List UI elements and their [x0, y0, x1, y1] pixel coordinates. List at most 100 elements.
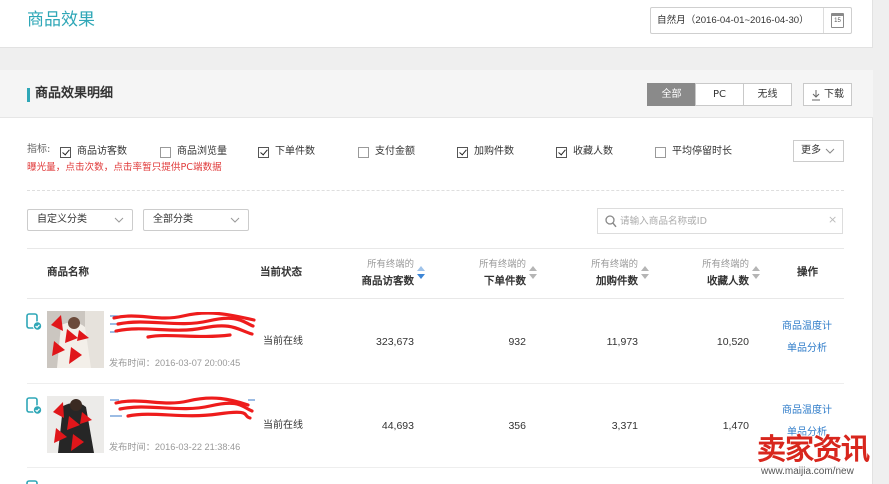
item-analysis-link[interactable]: 单品分析 [787, 343, 827, 355]
pc-only-notice: 曝光量，点击次数，点击率暂只提供PC端数据 [27, 162, 222, 173]
column-header-label: 收藏人数 [707, 275, 749, 287]
divider [27, 190, 844, 191]
checkbox-icon[interactable] [457, 146, 468, 158]
cell-favorites: 1,470 [722, 420, 749, 432]
metric-label-favorites: 收藏人数 [573, 146, 613, 157]
cell-cart-items: 3,371 [611, 420, 638, 432]
metric-label-order-items: 下单件数 [275, 146, 315, 157]
checkbox-icon[interactable] [358, 146, 369, 158]
search-icon[interactable] [605, 215, 617, 228]
chevron-down-icon [114, 216, 124, 224]
thermometer-link[interactable]: 商品温度计 [782, 321, 832, 333]
more-metrics-button[interactable]: 更多 [793, 140, 844, 162]
checkbox-icon[interactable] [60, 146, 71, 158]
product-search[interactable]: × [597, 208, 843, 234]
cell-order-items: 356 [508, 420, 526, 432]
section-title: 商品效果明细 [35, 86, 114, 101]
checkbox-icon[interactable] [655, 146, 666, 158]
download-button[interactable]: 下载 [803, 83, 852, 106]
thermometer-link[interactable]: 商品温度计 [782, 405, 832, 417]
column-header-prefix: 所有终端的 [702, 259, 749, 270]
cell-order-items: 932 [508, 336, 526, 348]
mobile-check-icon [26, 313, 43, 331]
sort-icon[interactable] [641, 266, 649, 279]
mobile-check-icon [26, 397, 43, 415]
column-header-label: 下单件数 [484, 275, 526, 287]
calendar-button[interactable]: 15 [823, 8, 851, 33]
checkbox-icon[interactable] [556, 146, 567, 158]
metric-label-visitors: 商品访客数 [77, 146, 127, 157]
section-accent-bar [27, 88, 30, 102]
table-header-bottom-border [27, 298, 844, 299]
cell-visitors: 323,673 [376, 336, 414, 348]
table-header-top-border [27, 248, 844, 249]
download-label: 下载 [824, 89, 844, 100]
sort-icon[interactable] [752, 266, 760, 279]
page-title: 商品效果 [27, 10, 95, 30]
metric-checkbox-order-items[interactable]: 下单件数 [258, 146, 315, 158]
column-header-name: 商品名称 [47, 266, 89, 278]
metric-checkbox-favorites[interactable]: 收藏人数 [556, 146, 613, 158]
column-header-operations: 操作 [797, 266, 818, 278]
checkbox-icon[interactable] [160, 146, 171, 158]
column-header-prefix: 所有终端的 [479, 259, 526, 270]
row-divider [27, 467, 844, 468]
checkbox-icon[interactable] [258, 146, 269, 158]
chevron-down-icon [230, 216, 240, 224]
column-header-status: 当前状态 [260, 266, 302, 278]
cell-favorites: 10,520 [716, 336, 749, 348]
download-icon [811, 89, 821, 101]
metric-checkbox-avg-stay[interactable]: 平均停留时长 [655, 146, 732, 158]
metric-checkbox-pageviews[interactable]: 商品浏览量 [160, 146, 227, 158]
date-range-picker[interactable]: 自然月（2016-04-01~2016-04-30） 15 [650, 7, 852, 34]
product-status: 当前在线 [263, 336, 303, 347]
row-divider [27, 383, 844, 384]
metric-checkbox-visitors[interactable]: 商品访客数 [60, 146, 127, 158]
watermark-logo: 卖家资讯 [757, 432, 870, 466]
tab-wireless[interactable]: 无线 [743, 83, 792, 106]
product-thumbnail[interactable] [47, 311, 104, 368]
custom-category-label: 自定义分类 [37, 214, 87, 225]
cell-visitors: 44,693 [381, 420, 414, 432]
metric-label-pageviews: 商品浏览量 [177, 146, 227, 157]
sort-icon[interactable] [417, 266, 425, 279]
close-icon[interactable]: × [828, 213, 837, 227]
metric-label-payment-amount: 支付金额 [375, 146, 415, 157]
metrics-label: 指标: [27, 144, 51, 155]
column-header-cart-items[interactable]: 所有终端的 加购件数 [548, 256, 638, 292]
metric-checkbox-payment-amount[interactable]: 支付金额 [358, 146, 415, 158]
product-thumbnail[interactable] [47, 480, 104, 484]
column-header-favorites[interactable]: 所有终端的 收藏人数 [659, 256, 749, 292]
more-label: 更多 [801, 145, 821, 156]
column-header-order-items[interactable]: 所有终端的 下单件数 [436, 256, 526, 292]
date-range-label: 自然月（2016-04-01~2016-04-30） [657, 15, 809, 26]
tab-all[interactable]: 全部 [647, 83, 696, 106]
chevron-down-icon [825, 147, 835, 155]
column-header-label: 商品访客数 [361, 275, 415, 287]
product-title-link[interactable] [108, 396, 258, 424]
mobile-check-icon [26, 480, 42, 484]
column-header-prefix: 所有终端的 [591, 259, 638, 270]
all-category-dropdown[interactable]: 全部分类 [143, 209, 249, 231]
sort-icon[interactable] [529, 266, 537, 279]
calendar-icon-day: 15 [834, 18, 841, 24]
metric-label-cart-items: 加购件数 [474, 146, 514, 157]
metric-label-avg-stay: 平均停留时长 [672, 146, 732, 157]
publish-time: 发布时间：2016-03-07 20:00:45 [109, 358, 241, 368]
column-header-visitors[interactable]: 所有终端的 商品访客数 [324, 256, 415, 292]
metric-checkbox-cart-items[interactable]: 加购件数 [457, 146, 514, 158]
calendar-icon: 15 [831, 13, 844, 28]
column-header-label: 加购件数 [596, 275, 638, 287]
all-category-label: 全部分类 [153, 214, 193, 225]
cell-cart-items: 11,973 [606, 336, 638, 348]
custom-category-dropdown[interactable]: 自定义分类 [27, 209, 133, 231]
search-input[interactable] [620, 210, 820, 232]
product-thumbnail[interactable] [47, 396, 104, 453]
publish-time: 发布时间：2016-03-22 21:38:46 [109, 442, 241, 452]
device-tabs: 全部 PC 无线 [647, 83, 792, 106]
column-header-prefix: 所有终端的 [367, 259, 414, 270]
product-title-link[interactable] [108, 311, 258, 340]
product-status: 当前在线 [263, 420, 303, 431]
watermark-url: www.maijia.com/new [761, 466, 854, 477]
tab-pc[interactable]: PC [695, 83, 744, 106]
